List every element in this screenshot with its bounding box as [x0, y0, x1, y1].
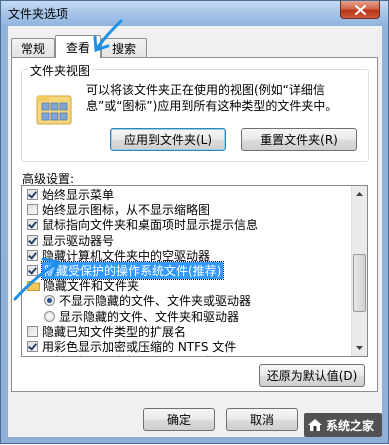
setting-checkbox[interactable] — [27, 325, 38, 337]
button-label: 应用到文件夹(L) — [123, 133, 213, 147]
setting-checkbox[interactable] — [27, 265, 38, 276]
tab-search[interactable]: 搜索 — [101, 38, 147, 58]
close-button[interactable] — [340, 1, 380, 19]
setting-row[interactable]: 隐藏受保护的操作系统文件(推荐) — [22, 261, 358, 280]
advanced-settings-list[interactable]: 始终显示菜单 始终显示图标，从不显示缩略图 鼠标指向文件夹和桌面项时显示提示信息 显示… — [21, 185, 368, 357]
button-label: 还原为默认值(D) — [266, 369, 358, 383]
setting-row[interactable]: 鼠标指向文件夹和桌面项时显示提示信息 — [22, 217, 358, 232]
setting-row[interactable]: 在标题栏显示完整路径(仅限经典主题) — [22, 353, 358, 357]
setting-checkbox[interactable] — [27, 204, 38, 216]
folder-options-window: 文件夹选项 常规 查看 搜索 文件夹视图 可以将该文件夹正在使用的视图(例如“详… — [0, 0, 389, 444]
setting-row[interactable]: 始终显示菜单 — [22, 187, 358, 202]
title-bar[interactable]: 文件夹选项 — [1, 1, 388, 25]
setting-label: 在标题栏显示完整路径(仅限经典主题) — [42, 353, 243, 356]
setting-row[interactable]: 隐藏已知文件类型的扩展名 — [22, 324, 358, 339]
button-label: 确定 — [166, 413, 191, 427]
setting-row[interactable]: 显示驱动器号 — [22, 233, 358, 248]
setting-radio[interactable] — [44, 295, 55, 307]
setting-checkbox[interactable] — [27, 219, 38, 231]
setting-checkbox[interactable] — [27, 356, 38, 357]
restore-defaults-button[interactable]: 还原为默认值(D) — [259, 364, 365, 387]
setting-row[interactable]: 用彩色显示加密或压缩的 NTFS 文件 — [22, 339, 358, 354]
tab-view[interactable]: 查看 — [55, 35, 101, 58]
dialog-client: 常规 查看 搜索 文件夹视图 可以将该文件夹正在使用的视图(例如“详细信息”或“… — [8, 26, 382, 437]
folder-icon — [27, 281, 40, 292]
setting-checkbox[interactable] — [27, 189, 38, 200]
cancel-button[interactable]: 取消 — [226, 408, 298, 431]
setting-row[interactable]: 始终显示图标，从不显示缩略图 — [22, 202, 358, 217]
setting-row[interactable]: 显示隐藏的文件、文件夹和驱动器 — [22, 309, 367, 324]
window-title: 文件夹选项 — [8, 7, 69, 21]
watermark-text: 系统之家 — [326, 418, 375, 433]
setting-checkbox[interactable] — [27, 234, 38, 246]
setting-row[interactable]: 不显示隐藏的文件、文件夹或驱动器 — [22, 293, 367, 308]
setting-radio[interactable] — [44, 310, 55, 322]
reset-folders-button[interactable]: 重置文件夹(R) — [241, 128, 357, 151]
folder-view-icon — [36, 95, 72, 125]
site-watermark: 系统之家 — [304, 413, 382, 437]
tab-label: 常规 — [20, 42, 45, 56]
view-tab-panel: 文件夹视图 可以将该文件夹正在使用的视图(例如“详细信息”或“图标”)应用到所有… — [11, 57, 378, 392]
setting-checkbox[interactable] — [27, 249, 38, 261]
setting-row[interactable]: 隐藏计算机文件夹中的空驱动器 — [22, 248, 358, 263]
apply-to-folders-button[interactable]: 应用到文件夹(L) — [110, 128, 226, 151]
button-label: 重置文件夹(R) — [260, 133, 338, 147]
folder-views-description: 可以将该文件夹正在使用的视图(例如“详细信息”或“图标”)应用到所有这种类型的文… — [86, 83, 338, 113]
tab-label: 查看 — [65, 40, 90, 55]
setting-checkbox[interactable] — [27, 341, 38, 352]
tab-label: 搜索 — [111, 42, 136, 56]
ok-button[interactable]: 确定 — [143, 408, 215, 431]
button-label: 取消 — [249, 413, 274, 427]
setting-row[interactable]: 隐藏文件和文件夹 — [22, 278, 358, 293]
folder-views-group: 文件夹视图 可以将该文件夹正在使用的视图(例如“详细信息”或“图标”)应用到所有… — [21, 62, 369, 162]
tab-general[interactable]: 常规 — [11, 38, 55, 58]
close-icon — [354, 4, 366, 15]
house-logo-icon — [308, 419, 322, 431]
folder-views-legend: 文件夹视图 — [28, 62, 93, 79]
